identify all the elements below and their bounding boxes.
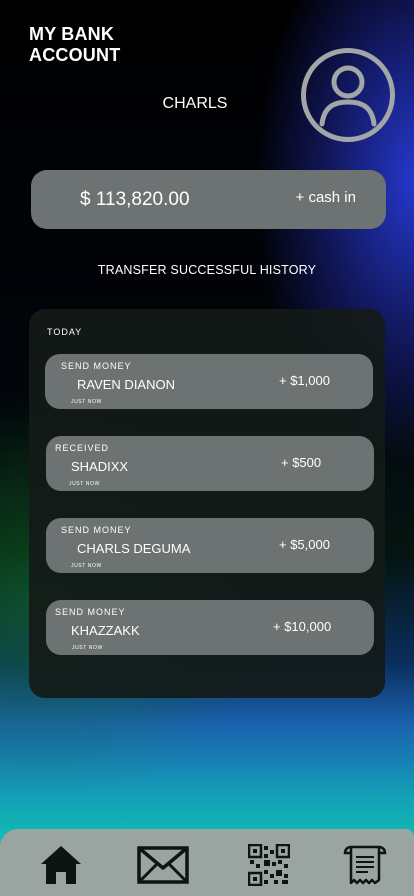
transaction-name: KHAZZAKK — [71, 623, 140, 638]
transaction-type: RECEIVED — [55, 443, 110, 453]
avatar[interactable] — [300, 47, 396, 143]
home-icon — [41, 846, 81, 884]
transaction-time: JUST NOW — [71, 399, 102, 405]
transaction-amount: + $5,000 — [279, 537, 330, 552]
user-name: CHARLS — [162, 95, 228, 112]
mail-icon — [137, 846, 189, 884]
transaction-name: SHADIXX — [71, 459, 129, 474]
transaction-name: CHARLS DEGUMA — [77, 541, 191, 556]
transaction-name: RAVEN DIANON — [77, 377, 175, 392]
transaction-type: SEND MONEY — [55, 607, 126, 617]
nav-qr-button[interactable] — [247, 843, 291, 887]
transaction-type: SEND MONEY — [61, 525, 132, 535]
transaction-amount: + $500 — [281, 455, 322, 470]
section-label-today: TODAY — [47, 327, 83, 337]
transaction-time: JUST NOW — [71, 563, 102, 569]
nav-receipt-button[interactable] — [343, 843, 387, 887]
qr-code-icon — [247, 843, 291, 887]
transaction-card[interactable]: SEND MONEY RAVEN DIANON JUST NOW + $1,00… — [45, 354, 373, 409]
history-panel: TODAY SEND MONEY RAVEN DIANON JUST NOW +… — [29, 309, 385, 698]
receipt-icon — [343, 845, 387, 885]
transaction-time: JUST NOW — [72, 645, 103, 651]
user-circle-icon — [301, 48, 395, 142]
balance-amount: $ 113,820.00 — [80, 189, 190, 210]
transaction-card[interactable]: RECEIVED SHADIXX JUST NOW + $500 — [46, 436, 374, 491]
nav-home-button[interactable] — [40, 844, 82, 886]
app-title: MY BANK ACCOUNT — [29, 24, 121, 65]
nav-mail-button[interactable] — [137, 846, 189, 884]
balance-card: $ 113,820.00 + cash in — [31, 170, 386, 229]
transaction-amount: + $1,000 — [279, 373, 330, 388]
history-title: TRANSFER SUCCESSFUL HISTORY — [97, 263, 317, 277]
transaction-card[interactable]: SEND MONEY CHARLS DEGUMA JUST NOW + $5,0… — [46, 518, 374, 573]
transaction-type: SEND MONEY — [61, 361, 132, 371]
cash-in-button[interactable]: + cash in — [296, 189, 356, 206]
transaction-time: JUST NOW — [69, 481, 100, 487]
transaction-amount: + $10,000 — [273, 619, 332, 634]
bottom-nav-bar — [0, 829, 414, 896]
transaction-card[interactable]: SEND MONEY KHAZZAKK JUST NOW + $10,000 — [46, 600, 374, 655]
